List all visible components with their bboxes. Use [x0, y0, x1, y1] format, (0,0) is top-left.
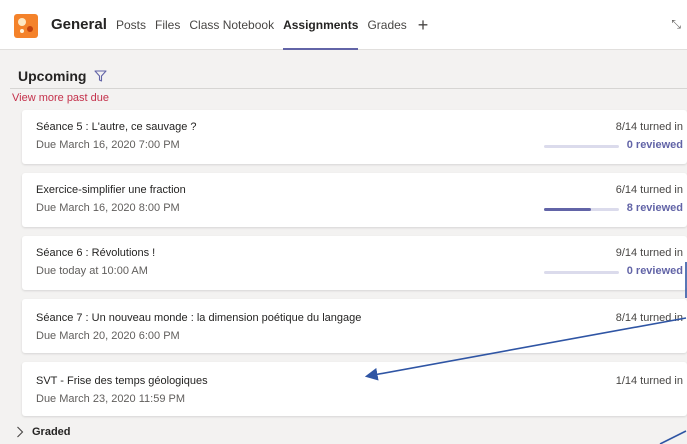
section-title: Upcoming	[18, 68, 87, 84]
assignment-title: Séance 7 : Un nouveau monde : la dimensi…	[36, 312, 362, 324]
assignment-title: Exercice-simplifier une fraction	[36, 184, 186, 196]
plus-icon[interactable]: +	[418, 0, 429, 50]
upcoming-header: Upcoming	[18, 68, 108, 84]
graded-section-toggle[interactable]: Graded	[16, 426, 71, 438]
assignment-due-date: Due March 16, 2020 8:00 PM	[36, 202, 180, 214]
team-header: General Posts Files Class Notebook Assig…	[0, 0, 687, 50]
expand-icon[interactable]: ⤡	[671, 17, 681, 32]
turned-in-count: 1/14 turned in	[615, 375, 683, 387]
view-past-due-link[interactable]: View more past due	[12, 92, 109, 104]
turned-in-count: 6/14 turned in	[615, 184, 683, 196]
assignment-title: SVT - Frise des temps géologiques	[36, 375, 208, 387]
assignment-title: Séance 6 : Révolutions !	[36, 247, 156, 259]
review-progress-bar	[544, 208, 619, 211]
tab-posts[interactable]: Posts	[116, 0, 146, 50]
tab-grades[interactable]: Grades	[367, 0, 406, 50]
tab-class-notebook[interactable]: Class Notebook	[189, 0, 274, 50]
channel-name: General	[51, 16, 107, 33]
graded-label: Graded	[32, 426, 71, 438]
assignment-due-date: Due March 20, 2020 6:00 PM	[36, 330, 180, 342]
reviewed-count[interactable]: 8 reviewed	[627, 202, 683, 214]
chevron-right-icon	[17, 426, 24, 438]
assignment-due-date: Due March 23, 2020 11:59 PM	[36, 393, 185, 405]
turned-in-count: 9/14 turned in	[615, 247, 683, 259]
turned-in-count: 8/14 turned in	[615, 121, 683, 133]
assignment-due-date: Due today at 10:00 AM	[36, 265, 148, 277]
assignment-card[interactable]: SVT - Frise des temps géologiques Due Ma…	[22, 362, 687, 416]
review-progress-fill	[544, 208, 591, 211]
annotation-arrow	[659, 430, 687, 444]
assignment-card[interactable]: Séance 6 : Révolutions ! Due today at 10…	[22, 236, 687, 290]
reviewed-count[interactable]: 0 reviewed	[627, 265, 683, 277]
assignment-card[interactable]: Exercice-simplifier une fraction Due Mar…	[22, 173, 687, 227]
assignment-card[interactable]: Séance 5 : L'autre, ce sauvage ? Due Mar…	[22, 110, 687, 164]
assignment-title: Séance 5 : L'autre, ce sauvage ?	[36, 121, 197, 133]
turned-in-count: 8/14 turned in	[615, 312, 683, 324]
tab-assignments[interactable]: Assignments	[283, 0, 359, 50]
filter-funnel-icon[interactable]	[94, 70, 108, 82]
review-progress-bar	[544, 271, 619, 274]
channel-tabs: Posts Files Class Notebook Assignments G…	[116, 0, 428, 50]
assignment-due-date: Due March 16, 2020 7:00 PM	[36, 139, 180, 151]
reviewed-count[interactable]: 0 reviewed	[627, 139, 683, 151]
tab-files[interactable]: Files	[155, 0, 180, 50]
team-logo-icon[interactable]	[14, 14, 38, 38]
review-progress-bar	[544, 145, 619, 148]
section-divider	[10, 88, 687, 89]
assignment-card[interactable]: Séance 7 : Un nouveau monde : la dimensi…	[22, 299, 687, 353]
